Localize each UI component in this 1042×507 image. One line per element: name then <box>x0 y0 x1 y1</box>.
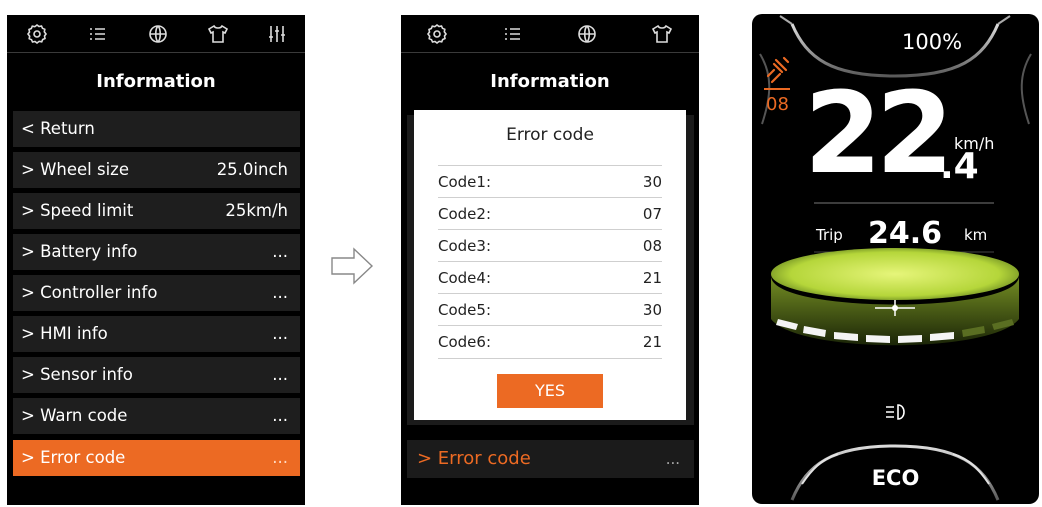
assist-mode: ECO <box>871 466 920 490</box>
list-icon[interactable] <box>500 22 524 46</box>
menu-item-value: ... <box>272 406 288 425</box>
menu-item-value: 25km/h <box>225 201 288 220</box>
globe-icon[interactable] <box>146 22 170 46</box>
code-row: Code3: 08 <box>438 229 662 262</box>
menu-item-value: ... <box>272 365 288 384</box>
menu-item-label: > HMI info <box>21 324 108 343</box>
code-row: Code4: 21 <box>438 261 662 294</box>
error-code-modal: Error code Code1: 30 Code2: 07 Code3: 08… <box>414 110 686 420</box>
motor-error-icon <box>766 56 790 84</box>
code-value: 30 <box>642 301 662 319</box>
page-title: Information <box>490 71 610 92</box>
code-label: Code4: <box>438 269 491 287</box>
code-value: 30 <box>642 173 662 191</box>
menu-item-value: 25.0inch <box>216 160 288 179</box>
page-title: Information <box>96 71 216 92</box>
code-label: Code3: <box>438 237 491 255</box>
menu-item-label: > Error code <box>417 448 531 469</box>
modal-title: Error code <box>506 125 594 145</box>
menu-item-sensor-info[interactable]: > Sensor info ... <box>13 357 300 393</box>
menu-item-label: > Error code <box>21 448 126 467</box>
speed-value: 22 <box>804 69 954 199</box>
trip-value: 24.6 <box>868 216 943 251</box>
menu-item-return[interactable]: < Return <box>13 111 300 147</box>
headlight-icon <box>886 404 905 420</box>
menu-item-warn-code[interactable]: > Warn code ... <box>13 398 300 434</box>
code-value: 21 <box>642 269 662 287</box>
right-arrow-icon <box>331 247 374 285</box>
trip-unit: km <box>964 226 988 244</box>
speed-decimal: .4 <box>940 146 979 187</box>
information-menu-screen: Information < Return > Wheel size 25.0in… <box>7 15 305 505</box>
menu-item-controller-info[interactable]: > Controller info ... <box>13 275 300 311</box>
menu-item-error-code[interactable]: > Error code ... <box>407 440 694 478</box>
code-label: Code6: <box>438 333 491 351</box>
menu-item-label: > Speed limit <box>21 201 134 220</box>
menu-item-error-code[interactable]: > Error code ... <box>13 440 300 476</box>
menu-item-value: ... <box>272 242 288 261</box>
menu-item-label: < Return <box>21 119 95 138</box>
gear-icon[interactable] <box>25 22 49 46</box>
menu-item-wheel-size[interactable]: > Wheel size 25.0inch <box>13 152 300 188</box>
motor-error-code: 08 <box>766 94 789 115</box>
menu-item-label: > Battery info <box>21 242 138 261</box>
top-icon-bar <box>7 15 305 53</box>
menu-item-label: > Wheel size <box>21 160 129 179</box>
menu-item-label: > Warn code <box>21 406 128 425</box>
menu-item-battery-info[interactable]: > Battery info ... <box>13 234 300 270</box>
code-value: 07 <box>642 205 662 223</box>
battery-percent: 100% <box>902 30 963 54</box>
code-value: 08 <box>642 237 662 255</box>
code-row: Code5: 30 <box>438 293 662 326</box>
divider <box>764 88 790 90</box>
code-row: Code6: 21 <box>438 325 662 359</box>
code-row: Code1: 30 <box>438 165 662 198</box>
gear-icon[interactable] <box>425 22 449 46</box>
menu-item-value: ... <box>272 448 288 467</box>
menu-item-value: ... <box>665 450 680 468</box>
ride-dashboard-screen: 100% 08 22 km/h .4 Trip 24.6 km ECO <box>752 14 1039 504</box>
sliders-icon[interactable] <box>265 22 289 46</box>
error-code-dialog-screen: Information > Error code ... Error code … <box>401 15 699 505</box>
menu-item-speed-limit[interactable]: > Speed limit 25km/h <box>13 193 300 229</box>
code-row: Code2: 07 <box>438 197 662 230</box>
yes-button[interactable]: YES <box>497 374 603 408</box>
list-icon[interactable] <box>85 22 109 46</box>
code-label: Code1: <box>438 173 491 191</box>
trip-label: Trip <box>816 226 843 244</box>
shirt-icon[interactable] <box>206 22 230 46</box>
globe-icon[interactable] <box>575 22 599 46</box>
top-icon-bar <box>401 15 699 53</box>
menu-item-value: ... <box>272 283 288 302</box>
code-label: Code5: <box>438 301 491 319</box>
code-value: 21 <box>642 333 662 351</box>
code-label: Code2: <box>438 205 491 223</box>
shirt-icon[interactable] <box>650 22 674 46</box>
menu-item-label: > Controller info <box>21 283 158 302</box>
menu-item-value: ... <box>272 324 288 343</box>
menu-item-hmi-info[interactable]: > HMI info ... <box>13 316 300 352</box>
menu-item-label: > Sensor info <box>21 365 133 384</box>
